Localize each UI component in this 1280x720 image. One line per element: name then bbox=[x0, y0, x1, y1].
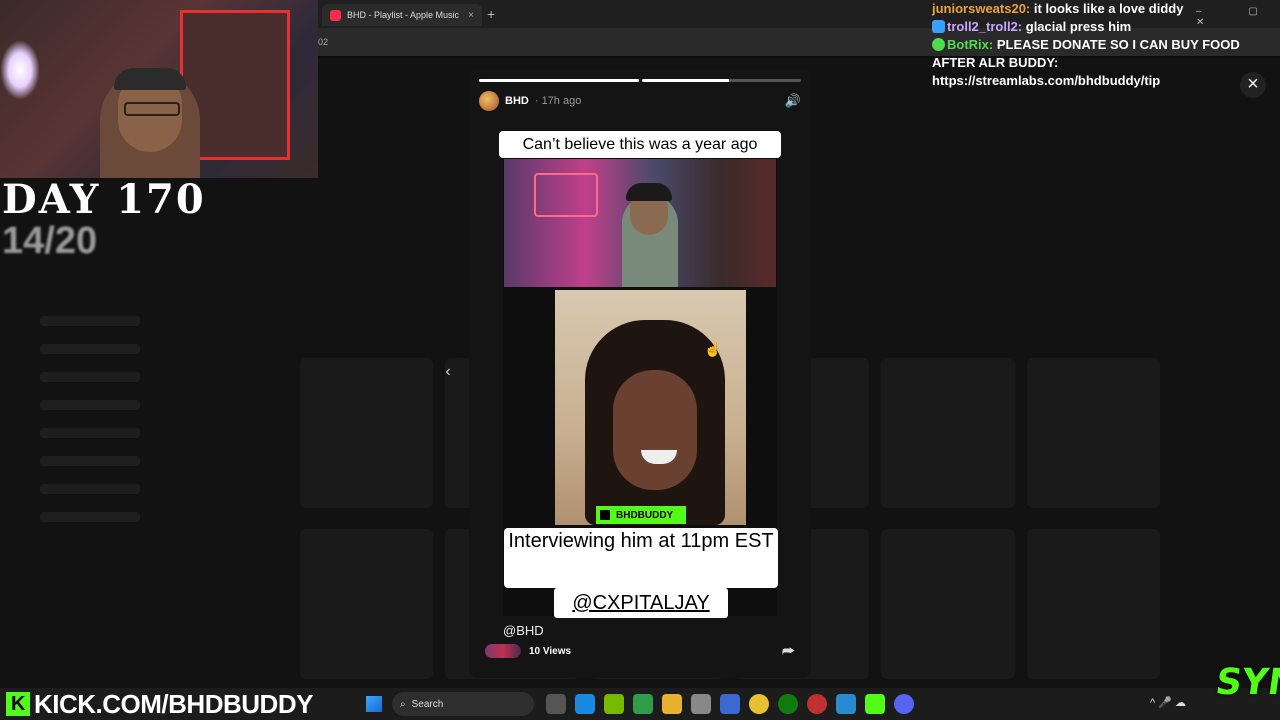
apple-music-icon bbox=[330, 9, 341, 21]
chat-username: troll2_troll2: bbox=[947, 19, 1023, 34]
kick-url-overlay: K KICK.COM/BHDBUDDY bbox=[6, 688, 313, 720]
subscriber-badge-icon bbox=[932, 20, 945, 33]
xbox-icon[interactable] bbox=[778, 694, 798, 714]
windows-start-icon[interactable] bbox=[366, 696, 382, 712]
new-tab-button[interactable]: + bbox=[487, 6, 495, 22]
previous-story-chevron-icon[interactable]: ‹ bbox=[440, 363, 456, 383]
file-explorer-icon[interactable] bbox=[662, 694, 682, 714]
kick-app-icon[interactable] bbox=[865, 694, 885, 714]
chat-message: BotRix: PLEASE DONATE SO I CAN BUY FOOD … bbox=[932, 36, 1277, 90]
story-timestamp: · 17h ago bbox=[534, 95, 582, 107]
settings-icon[interactable] bbox=[691, 694, 711, 714]
share-icon[interactable]: ⮫ bbox=[782, 643, 795, 660]
chrome-icon[interactable] bbox=[749, 694, 769, 714]
story-viewer: BHD · 17h ago 🔊 Can’t believe this was a… bbox=[469, 70, 811, 678]
webcam-streamer-glasses bbox=[124, 102, 180, 116]
video-clip-top bbox=[504, 159, 776, 287]
nvidia-icon[interactable] bbox=[604, 694, 624, 714]
kick-badge-label: BHDBUDDY bbox=[616, 509, 674, 521]
story-username[interactable]: BHD bbox=[505, 95, 529, 107]
kick-url-text: KICK.COM/BHDBUDDY bbox=[34, 688, 313, 719]
system-tray[interactable]: ^ 🎤 ☁ bbox=[1150, 696, 1186, 709]
story-progress-bar bbox=[479, 79, 801, 82]
story-handle[interactable]: @BHD bbox=[503, 623, 544, 638]
chat-username: BotRix: bbox=[947, 37, 994, 52]
mouse-cursor-icon: ☝ bbox=[704, 341, 722, 357]
chat-message: troll2_troll2: glacial press him bbox=[932, 18, 1277, 36]
app-icon[interactable] bbox=[836, 694, 856, 714]
neon-sign bbox=[534, 173, 598, 217]
obs-icon[interactable] bbox=[807, 694, 827, 714]
day-progress: 14/20 bbox=[2, 220, 98, 262]
kick-channel-badge: BHDBUDDY bbox=[596, 506, 686, 524]
kick-icon bbox=[600, 510, 610, 520]
video-clip-bottom bbox=[555, 290, 746, 525]
chat-text: it looks like a love diddy bbox=[1033, 1, 1184, 16]
taskbar-search[interactable]: ⌕ Search bbox=[392, 692, 534, 716]
viewer-avatars[interactable] bbox=[485, 644, 521, 658]
bot-badge-icon bbox=[932, 38, 945, 51]
edge-icon[interactable] bbox=[575, 694, 595, 714]
excel-icon[interactable] bbox=[633, 694, 653, 714]
taskbar-apps bbox=[546, 694, 914, 714]
clip-guest-face bbox=[613, 370, 697, 490]
progress-segment bbox=[641, 79, 801, 82]
search-placeholder: Search bbox=[411, 698, 444, 710]
webcam-lamp bbox=[0, 40, 40, 100]
tab-close-icon[interactable]: × bbox=[468, 10, 474, 21]
progress-segment bbox=[479, 79, 639, 82]
browser-tab[interactable]: BHD - Playlist - Apple Music × bbox=[322, 4, 482, 26]
search-icon: ⌕ bbox=[400, 698, 406, 710]
syn-logo: SYN bbox=[1213, 662, 1280, 703]
clip-person-cap bbox=[626, 183, 672, 201]
caption-mention[interactable]: @CXPITALJAY bbox=[554, 588, 728, 618]
address-text: 02 bbox=[318, 37, 329, 47]
views-row: 10 Views ⮫ bbox=[485, 642, 795, 660]
discord-icon[interactable] bbox=[894, 694, 914, 714]
webcam-streamer-cap bbox=[114, 68, 186, 90]
task-view-icon[interactable] bbox=[546, 694, 566, 714]
caption-middle: Interviewing him at 11pm EST bbox=[504, 528, 778, 588]
caption-top: Can’t believe this was a year ago bbox=[499, 131, 781, 158]
views-count[interactable]: 10 Views bbox=[529, 646, 571, 657]
chat-message: juniorsweats20: it looks like a love did… bbox=[932, 0, 1277, 18]
store-icon[interactable] bbox=[720, 694, 740, 714]
close-story-button[interactable]: × bbox=[1240, 72, 1266, 98]
story-header: BHD · 17h ago 🔊 bbox=[479, 90, 801, 112]
kick-logo-icon: K bbox=[6, 692, 30, 716]
tab-title: BHD - Playlist - Apple Music bbox=[347, 10, 460, 20]
background-sidebar bbox=[0, 298, 180, 718]
webcam-feed bbox=[0, 0, 318, 178]
avatar[interactable] bbox=[479, 91, 499, 111]
chat-text: glacial press him bbox=[1025, 19, 1132, 34]
volume-icon[interactable]: 🔊 bbox=[785, 93, 801, 109]
chat-overlay: juniorsweats20: it looks like a love did… bbox=[932, 0, 1277, 90]
chat-username: juniorsweats20: bbox=[932, 1, 1031, 16]
day-counter: DAY 170 bbox=[2, 176, 206, 223]
